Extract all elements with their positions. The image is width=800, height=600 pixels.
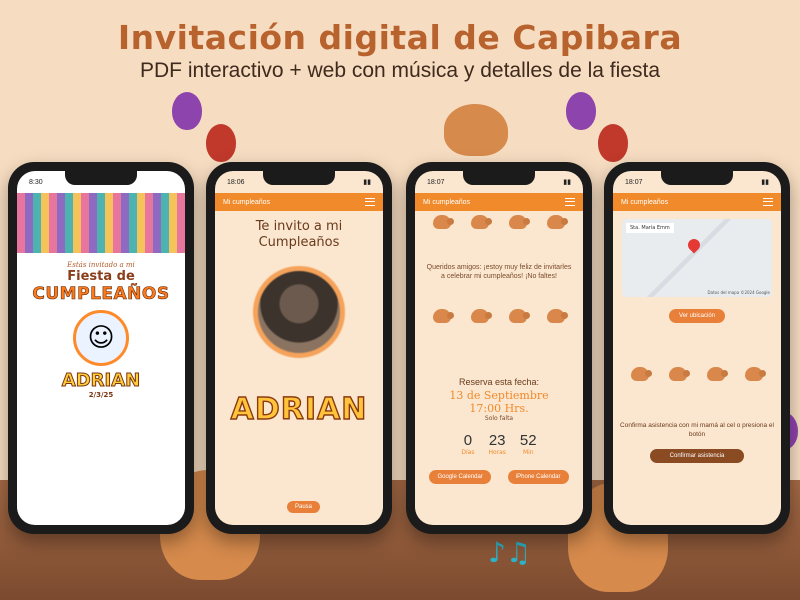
papel-picado-banner: [17, 193, 185, 253]
menu-icon[interactable]: [365, 198, 375, 206]
iphone-calendar-button[interactable]: iPhone Calendar: [507, 470, 569, 485]
invite-name: ADRIAN: [61, 370, 141, 392]
notch: [661, 171, 733, 185]
capybara-row: [415, 211, 583, 233]
page-subtitle: PDF interactivo + web con música y detal…: [140, 59, 660, 82]
child-avatar: ☺: [73, 310, 129, 366]
location-map[interactable]: Sta. María Emm Datos del mapa ©2024 Goog…: [622, 219, 772, 297]
invite-date: 2/3/25: [88, 391, 114, 399]
phone-web-details: 18:07 ▮▮ Mi cumpleaños Queridos amigos: ¡…: [406, 162, 592, 534]
status-time: 18:07: [427, 178, 445, 186]
google-calendar-button[interactable]: Google Calendar: [429, 470, 491, 485]
invite-message: Queridos amigos: ¡estoy muy feliz de inv…: [426, 264, 572, 281]
reserve-label: Reserva esta fecha:: [458, 377, 540, 388]
view-location-button[interactable]: Ver ubicación: [669, 309, 725, 323]
phone-screen: 18:07 ▮▮ Mi cumpleaños Sta. María Emm Dat…: [613, 171, 781, 525]
status-time: 8:30: [29, 178, 43, 186]
event-date: 13 de Septiembre: [449, 389, 549, 403]
capybara-icon: [509, 309, 530, 324]
balloon-icon: [172, 92, 202, 130]
map-address: Sta. María Emm: [626, 223, 674, 233]
capybara-icon: [471, 215, 492, 229]
pdf-invitation: 8:30 Estás invitado a mi Fiesta de CUMPL…: [17, 171, 185, 525]
phone-screen: 8:30 Estás invitado a mi Fiesta de CUMPL…: [17, 171, 185, 525]
calendar-buttons: Google Calendar iPhone Calendar: [415, 470, 583, 485]
capybara-row: [415, 305, 583, 327]
app-bar: Mi cumpleaños: [215, 193, 383, 211]
map-attribution: Datos del mapa ©2024 Google: [707, 290, 770, 295]
header: Invitación digital de Capibara PDF inter…: [0, 18, 800, 83]
phone-web-home: 18:06 ▮▮ Mi cumpleaños Te invito a mi Cum…: [206, 162, 392, 534]
countdown-hours: 23 Horas: [488, 432, 506, 457]
notch: [463, 171, 535, 185]
capybara-icon: [547, 215, 568, 229]
capybara-icon: [547, 309, 568, 324]
capybara-icon: [433, 215, 454, 229]
countdown-days: 0 Días: [461, 432, 475, 457]
countdown-label: Solo falta: [484, 415, 514, 423]
countdown: 0 Días 23 Horas 52 Min: [415, 432, 583, 456]
page-title: Invitación digital de Capibara: [117, 18, 683, 57]
menu-icon[interactable]: [763, 198, 773, 206]
capybara-icon: [707, 367, 728, 381]
invite-heading: Te invito a mi Cumpleaños: [255, 219, 343, 251]
capybara-crown-icon: [444, 104, 508, 156]
invite-fiesta: Fiesta de: [67, 269, 135, 284]
capybara-row: [613, 363, 781, 385]
music-note-icon: ♪♫: [488, 536, 531, 569]
phone-screen: 18:07 ▮▮ Mi cumpleaños Queridos amigos: ¡…: [415, 171, 583, 525]
birthday-name: ADRIAN: [230, 391, 368, 427]
invite-cumple: CUMPLEAÑOS: [32, 284, 170, 305]
capybara-icon: [509, 215, 530, 229]
countdown-minutes: 52 Min: [519, 432, 537, 457]
balloon-icon: [598, 124, 628, 162]
capybara-icon: [669, 367, 690, 381]
invite-pre-title: Estás invitado a mi: [67, 261, 135, 269]
phone-pdf-invitation: 8:30 Estás invitado a mi Fiesta de CUMPL…: [8, 162, 194, 534]
capybara-icon: [471, 309, 492, 324]
child-photo: [253, 265, 345, 358]
capybara-icon: [745, 367, 766, 381]
notch: [263, 171, 335, 185]
capybara-icon: [433, 309, 454, 324]
pause-music-button[interactable]: Pausa: [287, 501, 321, 513]
confirm-message: Confirma asistencia con mi mamá al cel o…: [620, 422, 774, 439]
app-bar: Mi cumpleaños: [415, 193, 583, 211]
balloon-icon: [566, 92, 596, 130]
app-title: Mi cumpleaños: [423, 198, 471, 206]
menu-icon[interactable]: [565, 198, 575, 206]
status-time: 18:06: [227, 178, 245, 186]
capybara-icon: [631, 367, 652, 381]
phone-screen: 18:06 ▮▮ Mi cumpleaños Te invito a mi Cum…: [215, 171, 383, 525]
app-title: Mi cumpleaños: [223, 198, 271, 206]
status-time: 18:07: [625, 178, 643, 186]
map-pin-icon: [685, 236, 703, 254]
balloon-icon: [206, 124, 236, 162]
confirm-attendance-button[interactable]: Confirmar asistencia: [650, 449, 744, 464]
phone-web-location: 18:07 ▮▮ Mi cumpleaños Sta. María Emm Dat…: [604, 162, 790, 534]
notch: [65, 171, 137, 185]
event-time: 17:00 Hrs.: [469, 402, 529, 416]
app-title: Mi cumpleaños: [621, 198, 669, 206]
app-bar: Mi cumpleaños: [613, 193, 781, 211]
